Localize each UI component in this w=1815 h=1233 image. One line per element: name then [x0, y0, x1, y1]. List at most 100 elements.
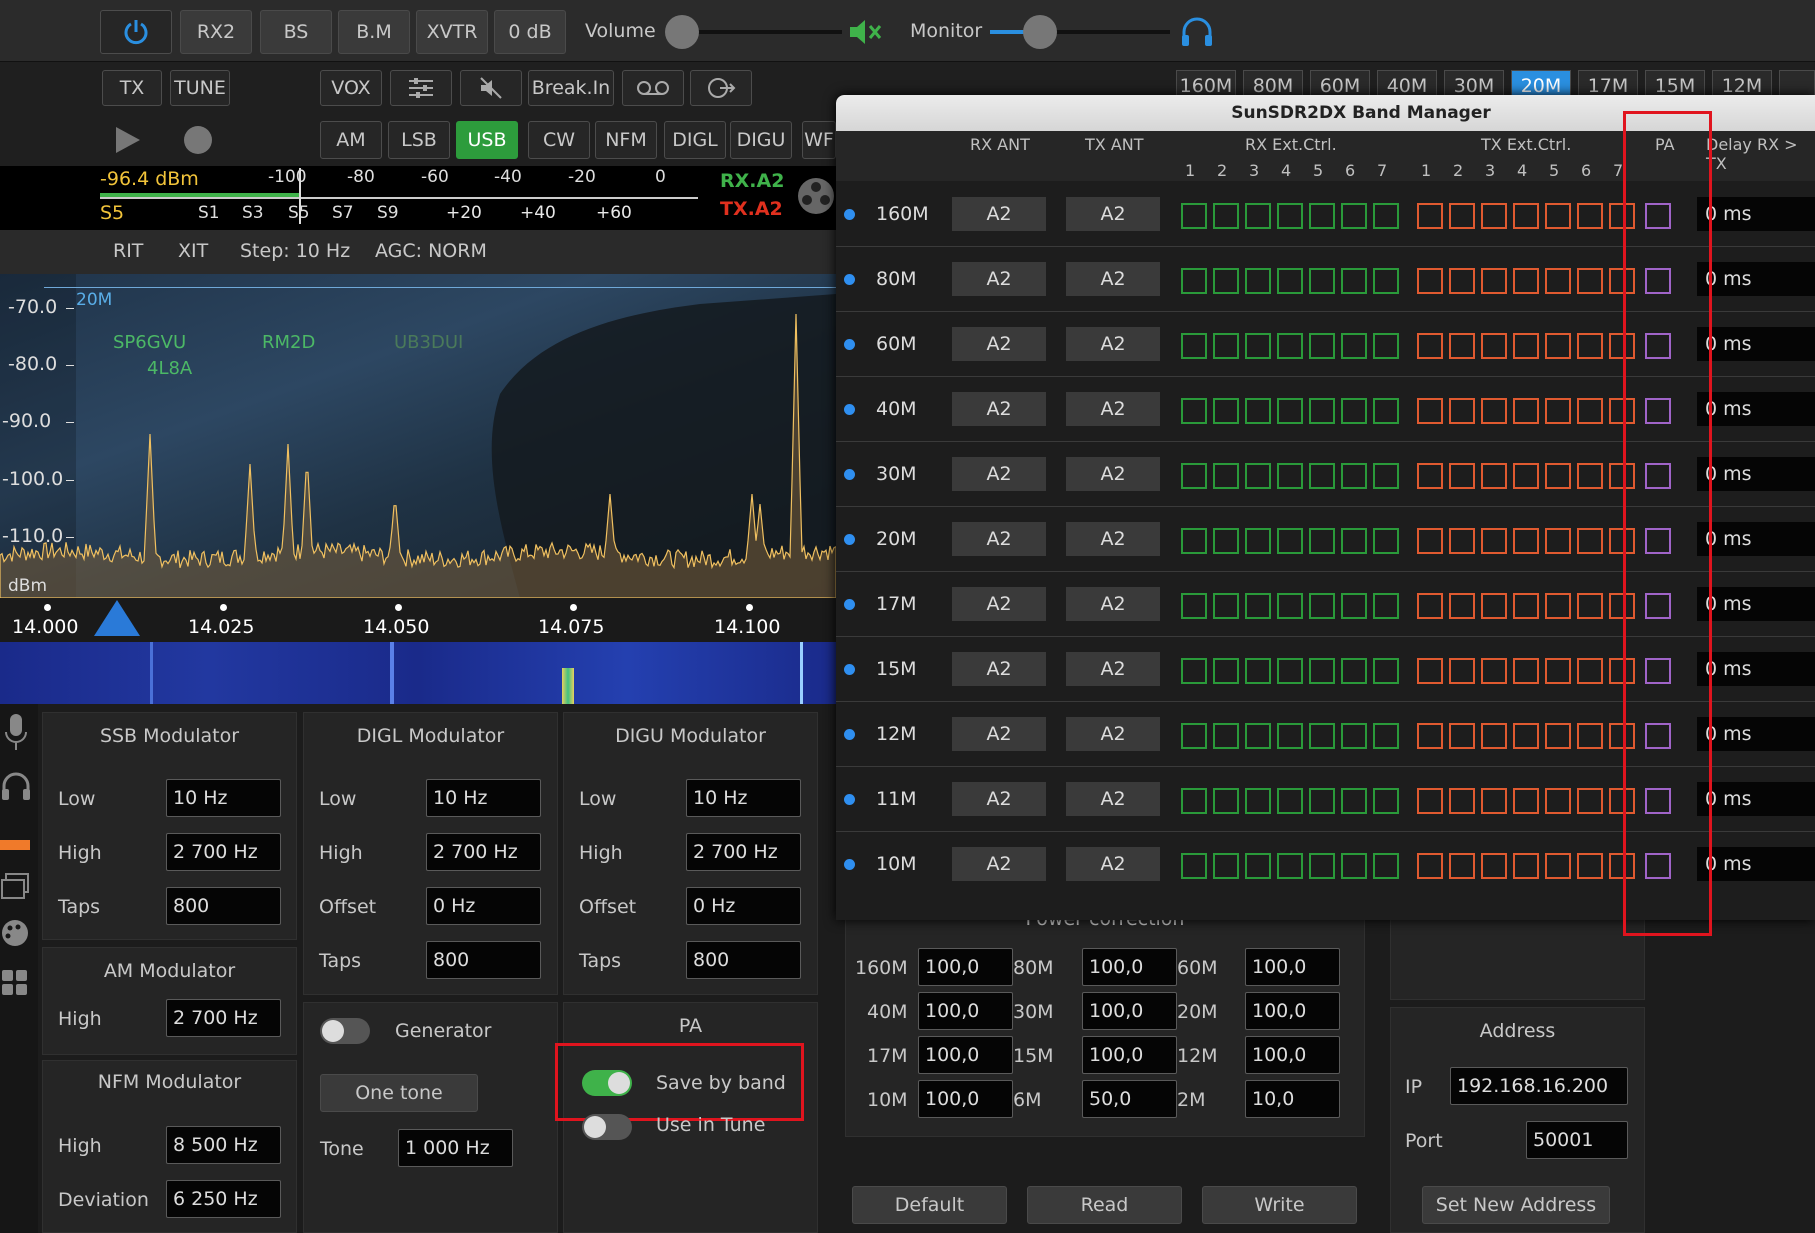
tx-ext-checkbox[interactable]	[1449, 788, 1475, 814]
rx-ext-checkbox[interactable]	[1181, 528, 1207, 554]
write-button[interactable]: Write	[1202, 1186, 1357, 1224]
microphone-icon[interactable]	[2, 712, 30, 752]
power-value-field[interactable]: 50,0	[1082, 1080, 1177, 1118]
tx-ext-checkbox[interactable]	[1545, 398, 1571, 424]
rx-ext-checkbox[interactable]	[1373, 528, 1399, 554]
spectrum-panel[interactable]	[0, 274, 836, 598]
rx-ext-checkbox[interactable]	[1245, 593, 1271, 619]
rx-ext-checkbox[interactable]	[1181, 333, 1207, 359]
one-tone-button[interactable]: One tone	[320, 1074, 478, 1112]
monitor-slider-handle[interactable]	[1023, 15, 1057, 49]
digl-taps-field[interactable]: 800	[426, 941, 541, 979]
voicemail-button[interactable]	[622, 70, 684, 106]
delay-field[interactable]: 0 ms	[1697, 652, 1815, 686]
ip-field[interactable]: 192.168.16.200	[1450, 1067, 1628, 1105]
rx-ext-checkbox[interactable]	[1245, 463, 1271, 489]
tx-ext-checkbox[interactable]	[1545, 658, 1571, 684]
headphones-icon[interactable]	[0, 770, 32, 802]
rx-ext-checkbox[interactable]	[1213, 528, 1239, 554]
delay-field[interactable]: 0 ms	[1697, 262, 1815, 296]
rx-ext-checkbox[interactable]	[1213, 398, 1239, 424]
rx-ext-checkbox[interactable]	[1277, 203, 1303, 229]
rx-ant-select[interactable]: A2	[952, 717, 1046, 751]
headphones-icon[interactable]	[1180, 16, 1214, 48]
tx-ext-checkbox[interactable]	[1417, 658, 1443, 684]
rit-button[interactable]: RIT	[113, 240, 143, 262]
rx-ext-checkbox[interactable]	[1245, 658, 1271, 684]
tx-ext-checkbox[interactable]	[1417, 268, 1443, 294]
rx-ext-checkbox[interactable]	[1213, 788, 1239, 814]
tx-ext-checkbox[interactable]	[1545, 268, 1571, 294]
rx-ext-checkbox[interactable]	[1309, 658, 1335, 684]
tx-ext-checkbox[interactable]	[1577, 723, 1603, 749]
rx-ext-checkbox[interactable]	[1213, 593, 1239, 619]
tx-ext-checkbox[interactable]	[1417, 593, 1443, 619]
delay-field[interactable]: 0 ms	[1697, 327, 1815, 361]
tx-ext-checkbox[interactable]	[1417, 203, 1443, 229]
tx-button[interactable]: TX	[102, 70, 162, 106]
tx-ext-checkbox[interactable]	[1577, 853, 1603, 879]
rx-ant-select[interactable]: A2	[952, 587, 1046, 621]
rx-ant-select[interactable]: A2	[952, 327, 1046, 361]
tx-ant-select[interactable]: A2	[1066, 197, 1160, 231]
tx-ext-checkbox[interactable]	[1577, 528, 1603, 554]
rx-ext-checkbox[interactable]	[1341, 203, 1367, 229]
tx-ext-checkbox[interactable]	[1449, 333, 1475, 359]
rx-ext-checkbox[interactable]	[1181, 853, 1207, 879]
rx-ant-select[interactable]: A2	[952, 522, 1046, 556]
tx-ext-checkbox[interactable]	[1449, 658, 1475, 684]
rx-ext-checkbox[interactable]	[1341, 333, 1367, 359]
tx-ext-checkbox[interactable]	[1577, 788, 1603, 814]
tx-ext-checkbox[interactable]	[1481, 593, 1507, 619]
rx-ant-select[interactable]: A2	[952, 262, 1046, 296]
rx2-button[interactable]: RX2	[180, 10, 252, 54]
power-value-field[interactable]: 100,0	[1082, 948, 1177, 986]
tx-ext-checkbox[interactable]	[1513, 788, 1539, 814]
rx-ext-checkbox[interactable]	[1373, 788, 1399, 814]
tx-ext-checkbox[interactable]	[1481, 528, 1507, 554]
tx-ext-checkbox[interactable]	[1513, 593, 1539, 619]
ssb-taps-field[interactable]: 800	[166, 887, 281, 925]
waterfall[interactable]	[0, 642, 836, 704]
tx-ext-checkbox[interactable]	[1513, 398, 1539, 424]
tx-ant-select[interactable]: A2	[1066, 847, 1160, 881]
rx-ant-select[interactable]: A2	[952, 197, 1046, 231]
rx-ext-checkbox[interactable]	[1341, 723, 1367, 749]
tx-ext-checkbox[interactable]	[1449, 398, 1475, 424]
rx-ext-checkbox[interactable]	[1245, 788, 1271, 814]
delay-field[interactable]: 0 ms	[1697, 197, 1815, 231]
generator-toggle[interactable]	[320, 1018, 370, 1044]
rx-ext-checkbox[interactable]	[1341, 463, 1367, 489]
power-value-field[interactable]: 100,0	[1245, 1036, 1340, 1074]
rx-ext-checkbox[interactable]	[1277, 853, 1303, 879]
rx-ext-checkbox[interactable]	[1277, 463, 1303, 489]
power-value-field[interactable]: 10,0	[1245, 1080, 1340, 1118]
delay-field[interactable]: 0 ms	[1697, 717, 1815, 751]
mode-lsb-button[interactable]: LSB	[388, 121, 450, 159]
digu-taps-field[interactable]: 800	[686, 941, 801, 979]
power-value-field[interactable]: 100,0	[1245, 992, 1340, 1030]
equalizer-button[interactable]	[390, 70, 452, 106]
tx-ext-checkbox[interactable]	[1545, 723, 1571, 749]
rx-ext-checkbox[interactable]	[1309, 528, 1335, 554]
record-button[interactable]	[184, 126, 212, 154]
breakin-button[interactable]: Break.In	[528, 70, 614, 106]
rx-ext-checkbox[interactable]	[1245, 333, 1271, 359]
rx-ext-checkbox[interactable]	[1213, 463, 1239, 489]
rx-ext-checkbox[interactable]	[1373, 203, 1399, 229]
tx-ext-checkbox[interactable]	[1417, 723, 1443, 749]
step-label[interactable]: Step: 10 Hz	[240, 240, 350, 262]
rx-ext-checkbox[interactable]	[1245, 853, 1271, 879]
tx-ant-select[interactable]: A2	[1066, 782, 1160, 816]
rx-ext-checkbox[interactable]	[1181, 268, 1207, 294]
spot-ub3dui[interactable]: UB3DUI	[394, 332, 463, 353]
tx-ant-select[interactable]: A2	[1066, 652, 1160, 686]
tx-ext-checkbox[interactable]	[1545, 788, 1571, 814]
agc-label[interactable]: AGC: NORM	[375, 240, 487, 262]
spot-sp6gvu[interactable]: SP6GVU	[113, 332, 186, 353]
rx-ant-select[interactable]: A2	[952, 392, 1046, 426]
rx-ext-checkbox[interactable]	[1309, 788, 1335, 814]
power-button[interactable]	[100, 10, 172, 54]
rx-ext-checkbox[interactable]	[1277, 528, 1303, 554]
rx-ext-checkbox[interactable]	[1181, 463, 1207, 489]
